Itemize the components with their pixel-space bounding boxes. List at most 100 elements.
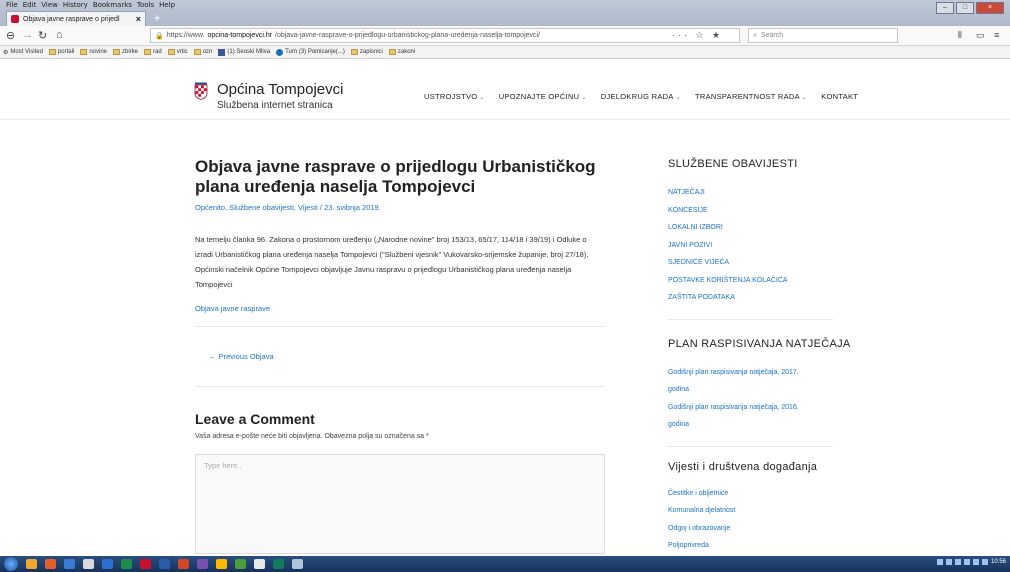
search-bar[interactable]: ⌕ Search [748, 28, 898, 43]
bookmark-item[interactable]: (1) Seoski Mliva [218, 48, 270, 56]
taskbar-app-icon[interactable] [26, 559, 37, 569]
bookmark-item[interactable]: zbirke [113, 49, 138, 55]
sidebar-icon[interactable]: ▭ [976, 30, 985, 41]
taskbar-app-icon[interactable] [102, 559, 113, 569]
sidebar-link[interactable]: Komunalna djelatnost [668, 502, 868, 520]
sidebar-link[interactable]: LOKALNI IZBORI [668, 219, 868, 237]
taskbar-app-icon[interactable] [292, 559, 303, 569]
home-button[interactable]: ⌂ [56, 29, 63, 41]
menu-file[interactable]: File [6, 1, 18, 11]
tray-icon[interactable] [936, 559, 943, 565]
bookmark-label: rad [153, 49, 162, 55]
comment-textarea[interactable]: Type here.. [195, 454, 605, 554]
nav-kontakt[interactable]: KONTAKT [821, 92, 858, 101]
tray-icon[interactable] [945, 559, 952, 565]
tray-icon[interactable] [963, 559, 970, 565]
taskbar-app-icon[interactable] [216, 559, 227, 569]
menu-edit[interactable]: Edit [23, 1, 37, 11]
new-tab-button[interactable]: + [150, 11, 164, 25]
sidebar-link[interactable]: POSTAVKE KORIŠTENJA KOLAČIĆA [668, 272, 868, 290]
taskbar-app-icon[interactable] [64, 559, 75, 569]
minimize-button[interactable]: – [936, 2, 954, 14]
menu-view[interactable]: View [41, 1, 58, 11]
nav-ustrojstvo[interactable]: USTROJSTVO ⌄ [424, 92, 485, 101]
back-button[interactable]: ⊖ [6, 29, 15, 42]
widget-title-vijesti: Vijesti i društvena događanja [668, 460, 818, 473]
taskbar-app-icon[interactable] [45, 559, 56, 569]
library-icon[interactable]: ⫴ [958, 30, 962, 41]
menu-tools[interactable]: Tools [137, 1, 154, 11]
sidebar-link[interactable]: Čestitke i obljetnice [668, 485, 868, 503]
site-favicon-icon [11, 15, 19, 23]
divider [195, 386, 605, 387]
reload-button[interactable]: ↻ [38, 29, 47, 42]
site-name[interactable]: Općina Tompojevci [217, 81, 343, 98]
nav-djelokrug-rada[interactable]: DJELOKRUG RADA ⌄ [601, 92, 681, 101]
bookmark-label: Most Visited [10, 49, 43, 55]
taskbar-app-icon[interactable] [254, 559, 265, 569]
taskbar-app-icon[interactable] [140, 559, 151, 569]
sidebar-link[interactable]: NATJEČAJI [668, 184, 868, 202]
url-bar[interactable]: 🔒 https://www. opcina-tompojevci.hr/objav… [150, 28, 740, 43]
taskbar-app-icon[interactable] [159, 559, 170, 569]
bookmark-label: zbirke [122, 49, 139, 55]
widget-title-plan-raspisivanja: PLAN RASPISIVANJA NATJEČAJA [668, 337, 851, 350]
bookmark-item[interactable]: novine [80, 49, 107, 55]
start-button[interactable] [4, 557, 18, 571]
sidebar-link[interactable]: KONCESIJE [668, 202, 868, 220]
menu-icon[interactable]: ≡ [994, 30, 999, 40]
bookmark-label: ozn [202, 49, 213, 55]
menu-history[interactable]: History [63, 1, 88, 11]
post-meta[interactable]: Općenito, Službene obavijesti, Vijesti /… [195, 203, 605, 212]
nav-transparentnost-rada[interactable]: TRANSPARENTNOST RADA ⌄ [695, 92, 807, 101]
taskbar-app-icon[interactable] [197, 559, 208, 569]
bookmark-item[interactable]: ⚙ Most Visited [3, 49, 43, 56]
sidebar-link[interactable]: ZAŠTITA PODATAKA [668, 289, 868, 307]
taskbar-app-icon[interactable] [235, 559, 246, 569]
attachment-link[interactable]: Objava javne rasprave [195, 304, 605, 313]
clock[interactable]: 10:56 [991, 559, 1006, 565]
taskbar-app-icon[interactable] [273, 559, 284, 569]
coat-of-arms-icon[interactable] [194, 82, 208, 100]
tray-icon[interactable] [972, 559, 979, 565]
page-actions[interactable]: ··· ☆ ★ [672, 30, 723, 41]
close-window-button[interactable]: × [976, 2, 1004, 14]
previous-post-link[interactable]: ← Previous Objava [209, 352, 605, 361]
sidebar-link[interactable]: Poljoprivreda [668, 537, 868, 555]
nav-upoznajte-opcinu[interactable]: UPOZNAJTE OPĆINU ⌄ [499, 92, 587, 101]
bookmark-item[interactable]: rad [144, 49, 162, 55]
sidebar-link[interactable]: SJEDNICE VIJEĆA [668, 254, 868, 272]
bookmark-item[interactable]: zakoni [388, 49, 415, 55]
browser-tab[interactable]: Objava javne rasprave o prijedl × [6, 11, 146, 26]
bookmark-item[interactable]: portali [48, 49, 75, 55]
folder-icon [167, 49, 175, 55]
sidebar-link[interactable]: Godišnji plan raspisivanja natječaja, 20… [668, 364, 818, 399]
sidebar-link[interactable]: JAVNI POZIVI [668, 237, 868, 255]
close-tab-icon[interactable]: × [136, 14, 141, 24]
sidebar-link[interactable]: Godišnji plan raspisivanja natječaja, 20… [668, 399, 818, 434]
taskbar-app-icon[interactable] [83, 559, 94, 569]
maximize-button[interactable]: □ [956, 2, 974, 14]
folder-icon [48, 49, 56, 55]
nav-label: UPOZNAJTE OPĆINU [498, 92, 580, 101]
bookmark-item[interactable]: Turn (3) Pomicanje(...) [276, 48, 345, 56]
taskbar-app-icon[interactable] [121, 559, 132, 569]
forward-button[interactable]: → [22, 29, 33, 41]
tray-icon[interactable] [954, 559, 961, 565]
bookmark-item[interactable]: ozn [193, 49, 213, 55]
menu-bookmarks[interactable]: Bookmarks [93, 1, 132, 11]
comment-note: Vaša adresa e-pošte neće biti objavljena… [195, 433, 429, 440]
browser-window: File Edit View History Bookmarks Tools H… [0, 0, 1010, 572]
taskbar: 10:56 [0, 556, 1010, 572]
folder-icon [80, 49, 88, 55]
sidebar-link[interactable]: Odgoj i obrazovanje [668, 520, 868, 538]
divider [668, 318, 833, 320]
tray-icon[interactable] [981, 559, 988, 565]
url-prefix: https://www. [166, 32, 205, 39]
bookmark-item[interactable]: zapisnici [350, 49, 383, 55]
taskbar-app-icon[interactable] [178, 559, 189, 569]
bookmark-label: portali [57, 49, 75, 55]
bookmark-item[interactable]: vrtic [167, 49, 188, 55]
menu-help[interactable]: Help [159, 1, 175, 11]
folder-icon [388, 49, 396, 55]
